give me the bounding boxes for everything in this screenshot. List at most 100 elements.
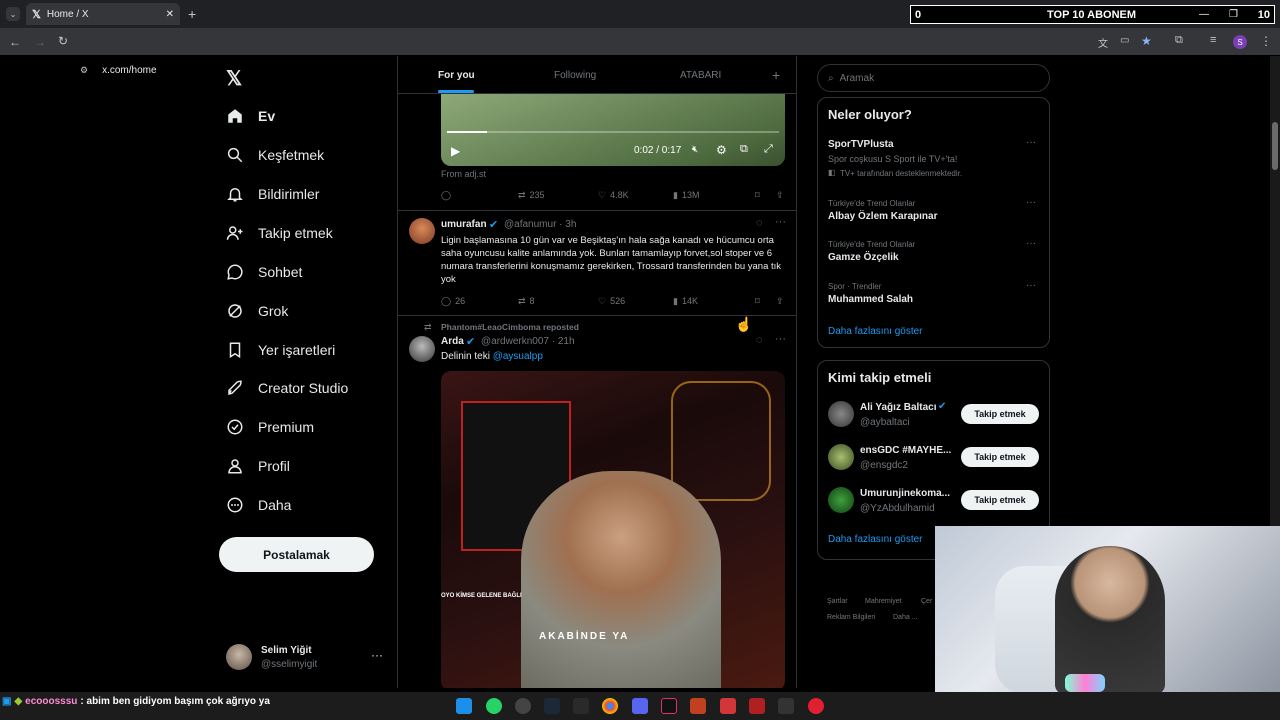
nav-creator-studio[interactable]: Creator Studio xyxy=(226,375,348,401)
cast-icon[interactable]: ▭ xyxy=(1120,35,1129,46)
browser-tab[interactable]: 𝕏 Home / X ✕ xyxy=(26,3,180,25)
nav-explore[interactable]: Keşfetmek xyxy=(226,142,324,168)
discord-icon[interactable] xyxy=(632,698,648,714)
chrome-icon[interactable] xyxy=(602,698,618,714)
post1-handle[interactable]: @afanumur · 3h xyxy=(504,219,576,230)
bookmark-star-icon[interactable]: ★ xyxy=(1141,34,1152,48)
post1-like[interactable]: ♡ 526 xyxy=(598,296,625,307)
epic-games-icon[interactable] xyxy=(573,698,589,714)
tab-following[interactable]: Following xyxy=(554,70,596,81)
follow-button[interactable]: Takip etmek xyxy=(961,490,1039,510)
follow-name[interactable]: ensGDC #MAYHE... xyxy=(860,445,951,456)
nav-notifications[interactable]: Bildirimler xyxy=(226,181,319,207)
scrollbar-thumb[interactable] xyxy=(1272,122,1278,170)
follow-name[interactable]: Umurunjinekoma... xyxy=(860,488,950,499)
post1-more-icon[interactable]: ··· xyxy=(775,216,786,228)
media-icon[interactable]: ≡ xyxy=(1210,34,1216,46)
nav-more[interactable]: Daha xyxy=(226,492,291,518)
window-minimize-icon[interactable]: — xyxy=(1199,9,1209,20)
trend-item[interactable]: SporTVPlusta Spor coşkusu S Sport ile TV… xyxy=(818,136,1049,186)
window-restore-icon[interactable]: ❐ xyxy=(1229,9,1238,20)
tab-atabari[interactable]: ATABARI xyxy=(680,70,721,81)
follow-avatar[interactable] xyxy=(828,401,854,427)
obs-icon[interactable] xyxy=(515,698,531,714)
post-arda[interactable]: ⇄ Phantom#LeaoCimboma reposted Arda ✔ @a… xyxy=(398,316,796,688)
windows-start-icon[interactable] xyxy=(456,698,472,714)
play-icon[interactable]: ▶ xyxy=(451,144,460,158)
nav-chat[interactable]: Sohbet xyxy=(226,259,302,285)
app-icon[interactable] xyxy=(749,698,765,714)
tab-for-you[interactable]: For you xyxy=(438,70,475,81)
footer-cookies[interactable]: Çer xyxy=(921,598,932,605)
nav-premium[interactable]: Premium xyxy=(226,414,314,440)
post2-avatar[interactable] xyxy=(409,336,435,362)
tiktok-icon[interactable] xyxy=(661,698,677,714)
trend-item[interactable]: Türkiye'de Trend Olanlar Albay Özlem Kar… xyxy=(818,196,1049,226)
video-player[interactable]: ▶ 0:02 / 0:17 🔇︎ ⚙ ⧉ ⤢ xyxy=(441,94,785,166)
post0-repost[interactable]: ⇄ 235 xyxy=(518,190,545,201)
trend-item[interactable]: Türkiye'de Trend Olanlar Gamze Özçelik ·… xyxy=(818,237,1049,267)
reload-icon[interactable]: ↻ xyxy=(58,34,68,48)
post1-repost[interactable]: ⇄ 8 xyxy=(518,296,535,307)
post1-views[interactable]: ▮ 14K xyxy=(673,296,698,307)
post1-bookmark-icon[interactable]: ⌑ xyxy=(755,296,760,307)
nav-profile[interactable]: Profil xyxy=(226,453,290,479)
search-box[interactable]: ⌕ Aramak xyxy=(817,64,1050,92)
app-icon[interactable] xyxy=(690,698,706,714)
post1-avatar[interactable] xyxy=(409,218,435,244)
trends-show-more[interactable]: Daha fazlasını göster xyxy=(828,326,923,337)
follow-button[interactable]: Takip etmek xyxy=(961,447,1039,467)
x-logo-icon[interactable]: 𝕏 xyxy=(226,66,242,91)
post-button[interactable]: Postalamak xyxy=(219,537,374,572)
tab-search-icon[interactable]: ⌄ xyxy=(6,7,20,21)
follow-name[interactable]: Ali Yağız Baltacı xyxy=(860,402,937,413)
post1-reply[interactable]: ◯ 26 xyxy=(441,296,465,307)
post0-share-icon[interactable]: ⇪ xyxy=(776,190,784,201)
account-switcher[interactable]: Selim Yiğit @sselimyigit ··· xyxy=(226,644,386,674)
follow-item[interactable]: ensGDC #MAYHE... @ensgdc2 Takip etmek xyxy=(818,442,1049,478)
terminal-icon[interactable] xyxy=(778,698,794,714)
grok-post-icon[interactable]: ◌ xyxy=(756,217,763,229)
post0-reply-icon[interactable]: ◯ xyxy=(441,190,451,201)
fullscreen-icon[interactable]: ⤢ xyxy=(764,143,773,156)
extensions-icon[interactable]: ⧉ xyxy=(1175,34,1183,47)
follow-item[interactable]: Ali Yağız Baltacı ✔ @aybaltaci Takip etm… xyxy=(818,399,1049,435)
video-source[interactable]: From adj.st xyxy=(441,169,486,179)
nav-grok[interactable]: Grok xyxy=(226,298,288,324)
trend-more-icon[interactable]: ··· xyxy=(1026,280,1036,291)
post-umurafan[interactable]: umurafan ✔ @afanumur · 3h ◌ ··· Ligin ba… xyxy=(398,211,796,315)
grok-post-icon[interactable]: ◌ xyxy=(756,334,763,346)
mute-icon[interactable]: 🔇︎ xyxy=(692,144,698,155)
post1-name[interactable]: umurafan xyxy=(441,219,487,230)
footer-ads-info[interactable]: Reklam Bilgileri xyxy=(827,614,875,621)
post0-like[interactable]: ♡ 4.8K xyxy=(598,190,629,201)
settings-gear-icon[interactable]: ⚙ xyxy=(716,143,727,157)
post2-video[interactable]: OYO KİMSE GELENE BAĞLI AKABİNDE YA xyxy=(441,371,785,688)
riot-icon[interactable] xyxy=(720,698,736,714)
site-info-icon[interactable]: ⚙ xyxy=(80,65,88,76)
steam-icon[interactable] xyxy=(544,698,560,714)
new-tab-icon[interactable]: + xyxy=(188,6,196,22)
trend-more-icon[interactable]: ··· xyxy=(1026,197,1036,208)
whatsapp-icon[interactable] xyxy=(486,698,502,714)
forward-icon[interactable]: → xyxy=(34,35,46,49)
close-tab-icon[interactable]: ✕ xyxy=(166,9,174,20)
post2-handle[interactable]: @ardwerkn007 · 21h xyxy=(481,336,575,347)
footer-more[interactable]: Daha ... xyxy=(893,614,918,621)
app-icon[interactable] xyxy=(808,698,824,714)
post2-name[interactable]: Arda xyxy=(441,336,464,347)
follow-avatar[interactable] xyxy=(828,487,854,513)
follow-item[interactable]: Umurunjinekoma... @YzAbdulhamid Takip et… xyxy=(818,485,1049,521)
nav-home[interactable]: Ev xyxy=(226,103,275,129)
post0-bookmark-icon[interactable]: ⌑ xyxy=(755,190,760,201)
add-tab-icon[interactable]: + xyxy=(772,67,780,83)
url-text[interactable]: x.com/home xyxy=(102,65,156,76)
pip-icon[interactable]: ⧉ xyxy=(740,143,748,156)
post2-mention[interactable]: @aysualpp xyxy=(493,351,543,362)
nav-follow[interactable]: Takip etmek xyxy=(226,220,333,246)
follow-show-more[interactable]: Daha fazlasını göster xyxy=(828,534,923,545)
video-progress[interactable] xyxy=(447,131,779,133)
back-icon[interactable]: ← xyxy=(9,35,21,49)
follow-avatar[interactable] xyxy=(828,444,854,470)
post2-more-icon[interactable]: ··· xyxy=(775,333,786,345)
